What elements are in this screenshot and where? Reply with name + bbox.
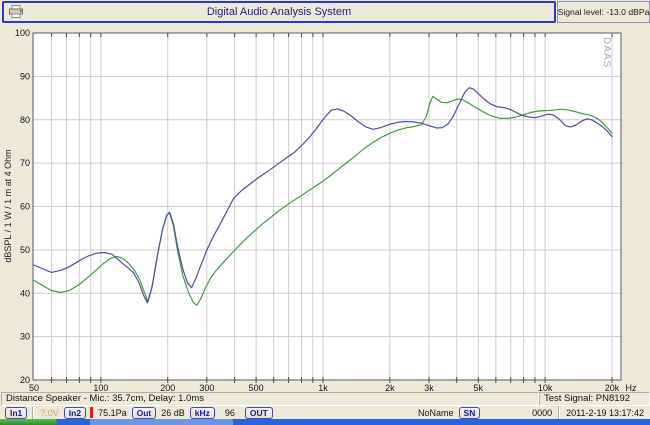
y-tick-label: 80 — [20, 115, 30, 125]
frequency-response-chart: 501002003005001k2k3k5k10k20kHz1009080706… — [0, 0, 650, 425]
taskbar-window-button[interactable] — [90, 419, 233, 425]
y-tick-label: 70 — [20, 158, 30, 168]
title-bar: Digital Audio Analysis System — [2, 1, 556, 23]
y-axis-title: dBSPL / 1 W / 1 m at 4 Ohm — [3, 149, 13, 262]
serial-number-button[interactable]: SN — [459, 407, 481, 419]
counter-value: 0000 — [532, 408, 552, 418]
khz-button[interactable]: kHz — [190, 407, 215, 419]
daas-watermark: DAAS — [601, 37, 612, 68]
status-test-signal: Test Signal: PN8192 — [539, 392, 650, 406]
y-tick-label: 100 — [15, 28, 30, 38]
y-tick-label: 30 — [20, 332, 30, 342]
signal-level-text: Signal level: -13.0 dBPa — [558, 7, 650, 17]
window-title: Digital Audio Analysis System — [207, 6, 351, 18]
file-name-value: NoName — [418, 408, 454, 418]
taskbar-sliver — [0, 419, 650, 425]
toolbar-separator — [558, 407, 560, 419]
input-voltage-value: ?.0V — [40, 408, 59, 418]
taskbar-start-fragment[interactable] — [0, 419, 57, 425]
input2-button[interactable]: In2 — [64, 407, 86, 419]
sample-rate-value: 96 — [225, 408, 235, 418]
signal-level-box: Signal level: -13.0 dBPa — [557, 1, 650, 23]
y-tick-label: 20 — [20, 375, 30, 385]
printer-icon[interactable] — [8, 5, 24, 19]
y-tick-label: 40 — [20, 288, 30, 298]
y-tick-label: 50 — [20, 245, 30, 255]
out-routing-button[interactable]: OUT — [245, 407, 273, 419]
y-tick-label: 60 — [20, 202, 30, 212]
mic-pressure-value: 75.1Pa — [98, 408, 127, 418]
status-measurement-info: Distance Speaker - Mic.: 35.7cm, Delay: … — [1, 392, 539, 406]
input1-button[interactable]: In1 — [5, 407, 27, 419]
control-bar: In1 ?.0V In2 75.1Pa Out 26 dB kHz 96 OUT… — [0, 405, 650, 420]
toolbar-separator — [32, 407, 34, 419]
datetime-value: 2011-2-19 13:17:42 — [566, 408, 644, 418]
output-gain-value: 26 dB — [161, 408, 185, 418]
output-button[interactable]: Out — [132, 407, 157, 419]
overload-indicator — [90, 407, 93, 418]
y-tick-label: 90 — [20, 71, 30, 81]
